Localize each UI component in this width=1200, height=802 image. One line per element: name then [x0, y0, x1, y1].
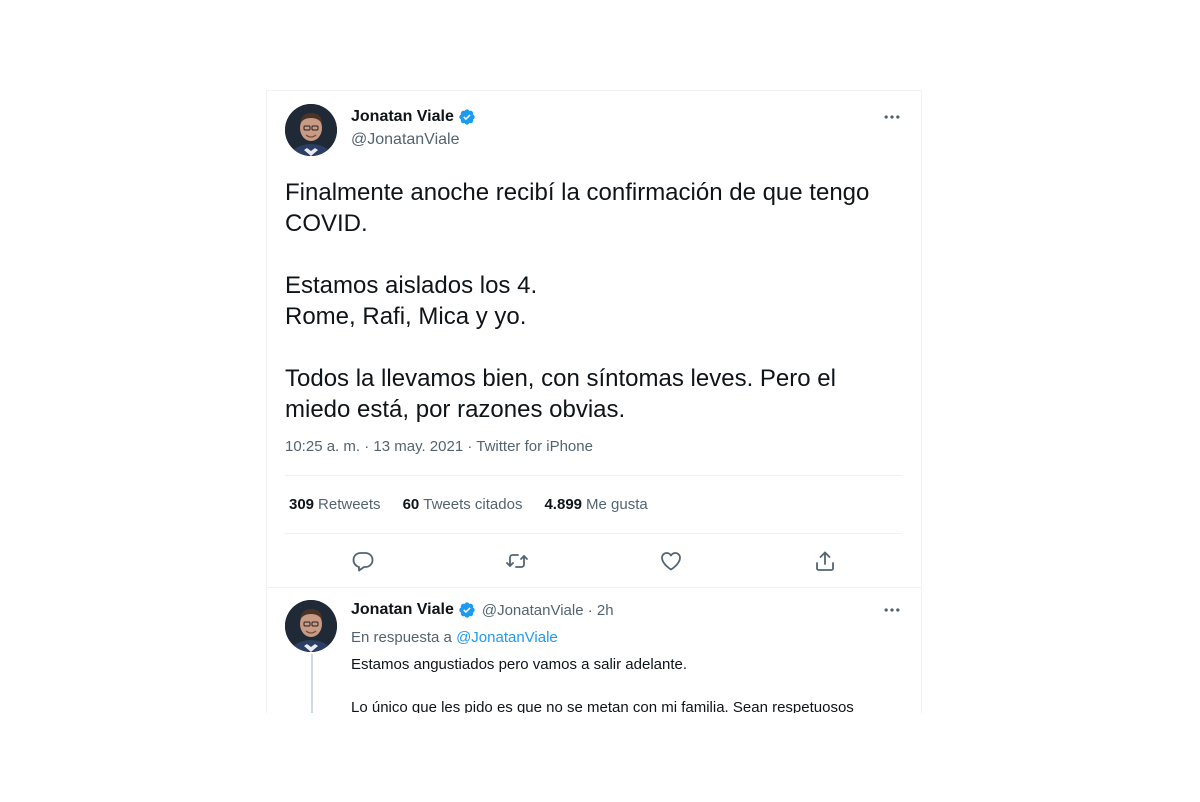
- retweets-label: Retweets: [318, 496, 381, 513]
- author-name-row[interactable]: Jonatan Viale: [351, 108, 476, 126]
- tweet-text: Finalmente anoche recibí la confirmación…: [285, 179, 870, 423]
- author-handle[interactable]: @JonatanViale: [351, 131, 459, 149]
- tweet-source[interactable]: Twitter for iPhone: [476, 438, 593, 455]
- replying-prefix: En respuesta a: [351, 629, 452, 646]
- verified-badge-icon: [458, 601, 476, 619]
- tweet-card: Jonatan Viale @JonatanViale Finalmente a…: [266, 90, 922, 713]
- reply-text: Estamos angustiados pero vamos a salir a…: [351, 654, 907, 713]
- display-name[interactable]: Jonatan Viale: [351, 108, 454, 126]
- tweet-date[interactable]: 13 may. 2021: [373, 438, 463, 455]
- retweets-count: 309: [289, 496, 315, 513]
- retweet-icon[interactable]: [505, 549, 529, 573]
- author-name-row[interactable]: Jonatan Viale @JonatanViale · 2h: [351, 601, 614, 619]
- share-icon[interactable]: [813, 549, 837, 573]
- more-horizontal-icon[interactable]: [880, 598, 904, 622]
- quotes-stat[interactable]: 60 Tweets citados: [403, 496, 523, 513]
- tweet-time[interactable]: 10:25 a. m.: [285, 438, 360, 455]
- author-handle-time[interactable]: @JonatanViale · 2h: [482, 602, 614, 619]
- avatar[interactable]: [285, 600, 337, 652]
- thread-line: [311, 654, 313, 713]
- reply-line: Lo único que les pido es que no se metan…: [351, 699, 854, 713]
- divider: [285, 475, 902, 476]
- tweet-actions: [285, 534, 902, 586]
- reply-tweet[interactable]: Jonatan Viale @JonatanViale · 2h En resp…: [267, 588, 921, 713]
- meta-separator: ·: [360, 438, 374, 455]
- display-name[interactable]: Jonatan Viale: [351, 601, 454, 619]
- replying-to-handle[interactable]: @JonatanViale: [456, 629, 558, 646]
- retweets-stat[interactable]: 309 Retweets: [289, 496, 381, 513]
- reply-icon[interactable]: [351, 549, 375, 573]
- tweet-metadata: 10:25 a. m. · 13 may. 2021 · Twitter for…: [285, 438, 593, 455]
- reply-line: Estamos angustiados pero vamos a salir a…: [351, 656, 688, 673]
- main-tweet: Jonatan Viale @JonatanViale Finalmente a…: [267, 91, 921, 588]
- more-horizontal-icon[interactable]: [880, 105, 904, 129]
- likes-label: Me gusta: [586, 496, 648, 513]
- quotes-label: Tweets citados: [423, 496, 523, 513]
- replying-to: En respuesta a @JonatanViale: [351, 629, 558, 646]
- verified-badge-icon: [458, 108, 476, 126]
- likes-stat[interactable]: 4.899 Me gusta: [544, 496, 647, 513]
- likes-count: 4.899: [544, 496, 583, 513]
- avatar[interactable]: [285, 104, 337, 156]
- tweet-stats: 309 Retweets 60 Tweets citados 4.899 Me gus…: [289, 496, 648, 513]
- meta-separator: ·: [463, 438, 477, 455]
- quotes-count: 60: [402, 496, 420, 513]
- heart-icon[interactable]: [659, 549, 683, 573]
